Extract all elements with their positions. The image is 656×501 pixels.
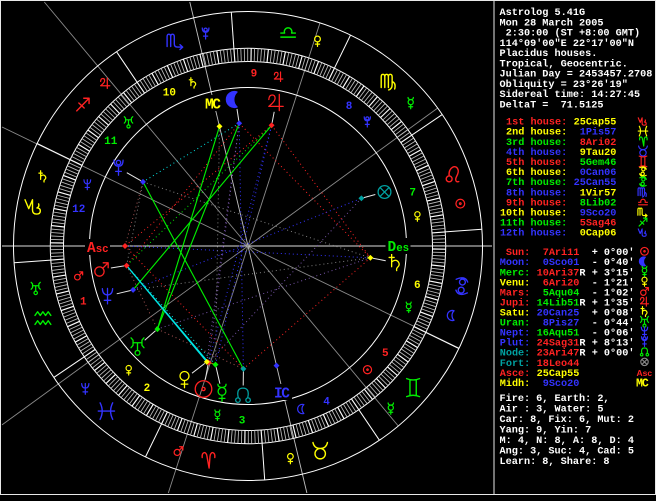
svg-text:2: 2 bbox=[144, 383, 151, 395]
svg-text:Learn: 8, Share: 8: Learn: 8, Share: 8 bbox=[500, 456, 610, 468]
svg-text:8: 8 bbox=[346, 101, 353, 113]
svg-text:Mon 28 March 2005: Mon 28 March 2005 bbox=[500, 18, 604, 30]
svg-text:9: 9 bbox=[251, 69, 258, 81]
svg-text:A: A bbox=[87, 241, 96, 257]
svg-text:Obliquity = 23°26'19": Obliquity = 23°26'19" bbox=[500, 79, 628, 91]
svg-text:Air : 3, Water: 5: Air : 3, Water: 5 bbox=[500, 403, 604, 415]
svg-text:10: 10 bbox=[163, 87, 176, 99]
svg-text:Ang: 3, Suc: 4, Cad: 5: Ang: 3, Suc: 4, Cad: 5 bbox=[500, 445, 635, 457]
svg-text:12: 12 bbox=[72, 204, 85, 216]
svg-text:Fire: 6, Earth: 2,: Fire: 6, Earth: 2, bbox=[500, 393, 610, 405]
svg-text:Yang: 9, Yin: 7: Yang: 9, Yin: 7 bbox=[500, 424, 592, 436]
svg-text:Tropical, Geocentric.: Tropical, Geocentric. bbox=[500, 59, 628, 71]
svg-text:sc: sc bbox=[96, 244, 109, 256]
svg-text:Car: 8, Fix: 6, Mut: 2: Car: 8, Fix: 6, Mut: 2 bbox=[500, 414, 635, 426]
svg-text:R: R bbox=[579, 298, 586, 309]
svg-text:R: R bbox=[579, 268, 586, 279]
svg-text:R: R bbox=[579, 349, 586, 360]
svg-text:5: 5 bbox=[382, 348, 389, 360]
svg-text:4: 4 bbox=[323, 397, 330, 409]
svg-text:IC: IC bbox=[274, 387, 290, 403]
svg-text:es: es bbox=[396, 243, 409, 255]
svg-text:M: 4, N: 8, A: 8, D: 4: M: 4, N: 8, A: 8, D: 4 bbox=[500, 436, 635, 447]
svg-text:114°09'00"E 22°17'00"N: 114°09'00"E 22°17'00"N bbox=[500, 38, 635, 50]
svg-text:+ 0°00': + 0°00' bbox=[592, 348, 635, 360]
svg-text:Astrolog 5.41G: Astrolog 5.41G bbox=[500, 7, 586, 19]
svg-text:6: 6 bbox=[414, 280, 421, 292]
svg-text:MC: MC bbox=[636, 378, 649, 391]
svg-text:DeltaT = 71.5125: DeltaT = 71.5125 bbox=[500, 100, 604, 112]
svg-text:2:30:00 (ST +8:00 GMT): 2:30:00 (ST +8:00 GMT) bbox=[500, 28, 641, 40]
svg-text:0Cap06: 0Cap06 bbox=[580, 229, 617, 240]
svg-text:1: 1 bbox=[80, 297, 87, 309]
svg-text:MC: MC bbox=[205, 98, 221, 114]
svg-text:12th house:: 12th house: bbox=[500, 228, 567, 240]
svg-text:11: 11 bbox=[104, 136, 118, 148]
svg-text:D: D bbox=[388, 240, 397, 256]
svg-text:Placidus houses.: Placidus houses. bbox=[500, 48, 598, 60]
svg-text:7: 7 bbox=[409, 188, 416, 200]
svg-text:Sidereal time: 14:27:45: Sidereal time: 14:27:45 bbox=[500, 89, 641, 101]
svg-text:Midh:: Midh: bbox=[500, 378, 531, 390]
svg-text:Julian Day = 2453457.2708: Julian Day = 2453457.2708 bbox=[500, 69, 653, 81]
svg-text:3: 3 bbox=[239, 415, 246, 427]
svg-text:9Sco20: 9Sco20 bbox=[543, 379, 580, 390]
